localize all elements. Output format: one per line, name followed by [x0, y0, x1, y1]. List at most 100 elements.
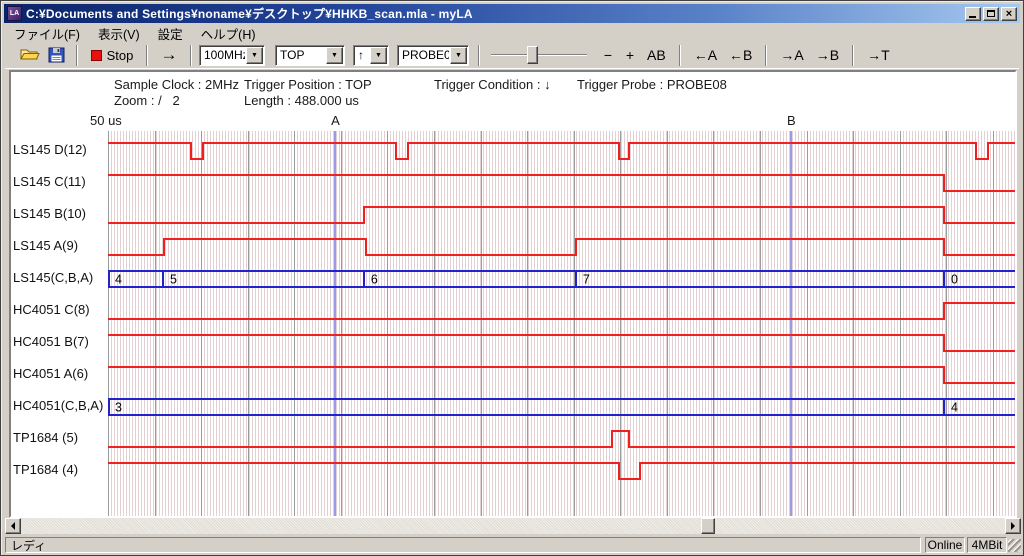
toolbar-separator: [190, 45, 192, 66]
zoom-slider-thumb[interactable]: [527, 46, 538, 64]
zoom-out-button[interactable]: −: [597, 43, 619, 67]
stop-button[interactable]: Stop: [85, 43, 139, 67]
channel-trace: [108, 175, 1017, 191]
channel-label: TP1684 (4): [13, 462, 107, 480]
trigger-position-value: TOP: [276, 48, 325, 62]
sample-clock-value: 100MHz: [200, 48, 245, 62]
bus-value: 4: [115, 273, 122, 287]
zoom-ab-button[interactable]: AB: [641, 43, 672, 67]
channel-trace: [108, 239, 1017, 255]
goto-trigger-button[interactable]: →T: [861, 43, 896, 67]
info-zoom: Zoom : / 2: [114, 93, 180, 108]
bus-value: 0: [951, 273, 958, 287]
client-area: Sample Clock : 2MHz Trigger Position : T…: [9, 70, 1017, 518]
cursor-b-label[interactable]: B: [787, 113, 796, 128]
bus-value: 6: [371, 273, 378, 287]
channel-label: HC4051 B(7): [13, 334, 107, 352]
chevron-down-icon[interactable]: ▼: [326, 47, 343, 64]
channel-trace: [108, 431, 1017, 447]
toolbar: Stop → 100MHz ▼ TOP ▼ ↑ ▼ PROBE00 ▼: [5, 42, 1019, 69]
scroll-right-button[interactable]: [1005, 518, 1021, 534]
channel-label: LS145 C(11): [13, 174, 107, 192]
waveform-plot[interactable]: 4 5 6 7 0 3 4: [108, 131, 1017, 517]
channel-trace: [108, 463, 1017, 479]
channel-trace: [108, 143, 1017, 159]
menu-bar: ファイル(F) 表示(V) 設定 ヘルプ(H): [5, 24, 1019, 42]
resize-grip-icon[interactable]: [1008, 539, 1021, 552]
arrow-left-icon: [7, 522, 15, 530]
goto-cursor-b-left-button[interactable]: ←B: [723, 43, 758, 67]
horizontal-scrollbar[interactable]: [5, 518, 1021, 534]
chevron-down-icon[interactable]: ▼: [246, 47, 263, 64]
trigger-edge-select[interactable]: ↑ ▼: [353, 45, 389, 66]
scrollbar-thumb[interactable]: [701, 518, 715, 534]
minimize-button[interactable]: [965, 7, 981, 21]
bus-value: 5: [170, 273, 177, 287]
toolbar-separator: [478, 45, 480, 66]
channel-label: LS145 A(9): [13, 238, 107, 256]
scroll-left-button[interactable]: [5, 518, 21, 534]
goto-cursor-a-left-button[interactable]: ←A: [688, 43, 723, 67]
channel-label: HC4051 A(6): [13, 366, 107, 384]
save-button[interactable]: [43, 43, 69, 67]
save-floppy-icon: [48, 47, 65, 63]
window-controls: ×: [965, 7, 1017, 21]
bus-value: 4: [951, 401, 958, 415]
status-bar: レディ Online 4MBit: [3, 537, 1021, 554]
trigger-position-select[interactable]: TOP ▼: [275, 45, 345, 66]
toolbar-separator: [852, 45, 854, 66]
sample-clock-select[interactable]: 100MHz ▼: [199, 45, 265, 66]
channel-trace: [108, 207, 1017, 223]
channel-trace: [108, 335, 1017, 351]
stop-label: Stop: [107, 48, 134, 63]
channel-label: HC4051 C(8): [13, 302, 107, 320]
grid-lines: [109, 131, 1017, 517]
time-scale-label: 50 us: [90, 113, 122, 128]
run-button[interactable]: →: [155, 43, 183, 67]
menu-help[interactable]: ヘルプ(H): [192, 23, 265, 44]
info-sample-clock: Sample Clock : 2MHz: [114, 77, 239, 92]
cursor-lines: [335, 131, 791, 517]
cursor-a-label[interactable]: A: [331, 113, 340, 128]
open-folder-icon: [20, 47, 40, 63]
zoom-slider[interactable]: [489, 44, 589, 66]
run-arrow-icon: →: [161, 45, 178, 65]
close-button[interactable]: ×: [1001, 7, 1017, 21]
channel-label: HC4051(C,B,A): [13, 398, 107, 416]
chevron-down-icon[interactable]: ▼: [370, 47, 387, 64]
status-memory: 4MBit: [967, 537, 1007, 553]
channel-trace: [108, 303, 1017, 319]
toolbar-separator: [765, 45, 767, 66]
toolbar-separator: [679, 45, 681, 66]
channel-label: LS145(C,B,A): [13, 270, 107, 288]
menu-settings[interactable]: 設定: [149, 23, 192, 44]
trigger-edge-value: ↑: [354, 48, 369, 62]
toolbar-separator: [76, 45, 78, 66]
menu-view[interactable]: 表示(V): [89, 23, 149, 44]
trigger-probe-select[interactable]: PROBE00 ▼: [397, 45, 469, 66]
channel-label: LS145 B(10): [13, 206, 107, 224]
maximize-button[interactable]: [983, 7, 999, 21]
minimize-icon: [969, 16, 976, 18]
channel-label: TP1684 (5): [13, 430, 107, 448]
toolbar-separator: [146, 45, 148, 66]
app-window: LA C:¥Documents and Settings¥noname¥デスクト…: [0, 0, 1024, 556]
status-online: Online: [925, 537, 965, 553]
arrow-right-icon: [1011, 522, 1019, 530]
title-bar[interactable]: LA C:¥Documents and Settings¥noname¥デスクト…: [4, 4, 1020, 23]
info-trigger-position: Trigger Position : TOP: [244, 77, 372, 92]
bus-value: 7: [583, 273, 590, 287]
channel-label: LS145 D(12): [13, 142, 107, 160]
bus-value: 3: [115, 401, 122, 415]
maximize-icon: [987, 10, 995, 17]
goto-cursor-b-right-button[interactable]: →B: [810, 43, 845, 67]
status-message: レディ: [5, 537, 921, 553]
open-file-button[interactable]: [17, 43, 43, 67]
info-trigger-probe: Trigger Probe : PROBE08: [577, 77, 727, 92]
zoom-in-button[interactable]: +: [619, 43, 641, 67]
app-icon: LA: [7, 6, 22, 21]
goto-cursor-a-right-button[interactable]: →A: [774, 43, 809, 67]
menu-file[interactable]: ファイル(F): [5, 23, 89, 44]
chevron-down-icon[interactable]: ▼: [450, 47, 467, 64]
stop-icon: [91, 50, 102, 61]
